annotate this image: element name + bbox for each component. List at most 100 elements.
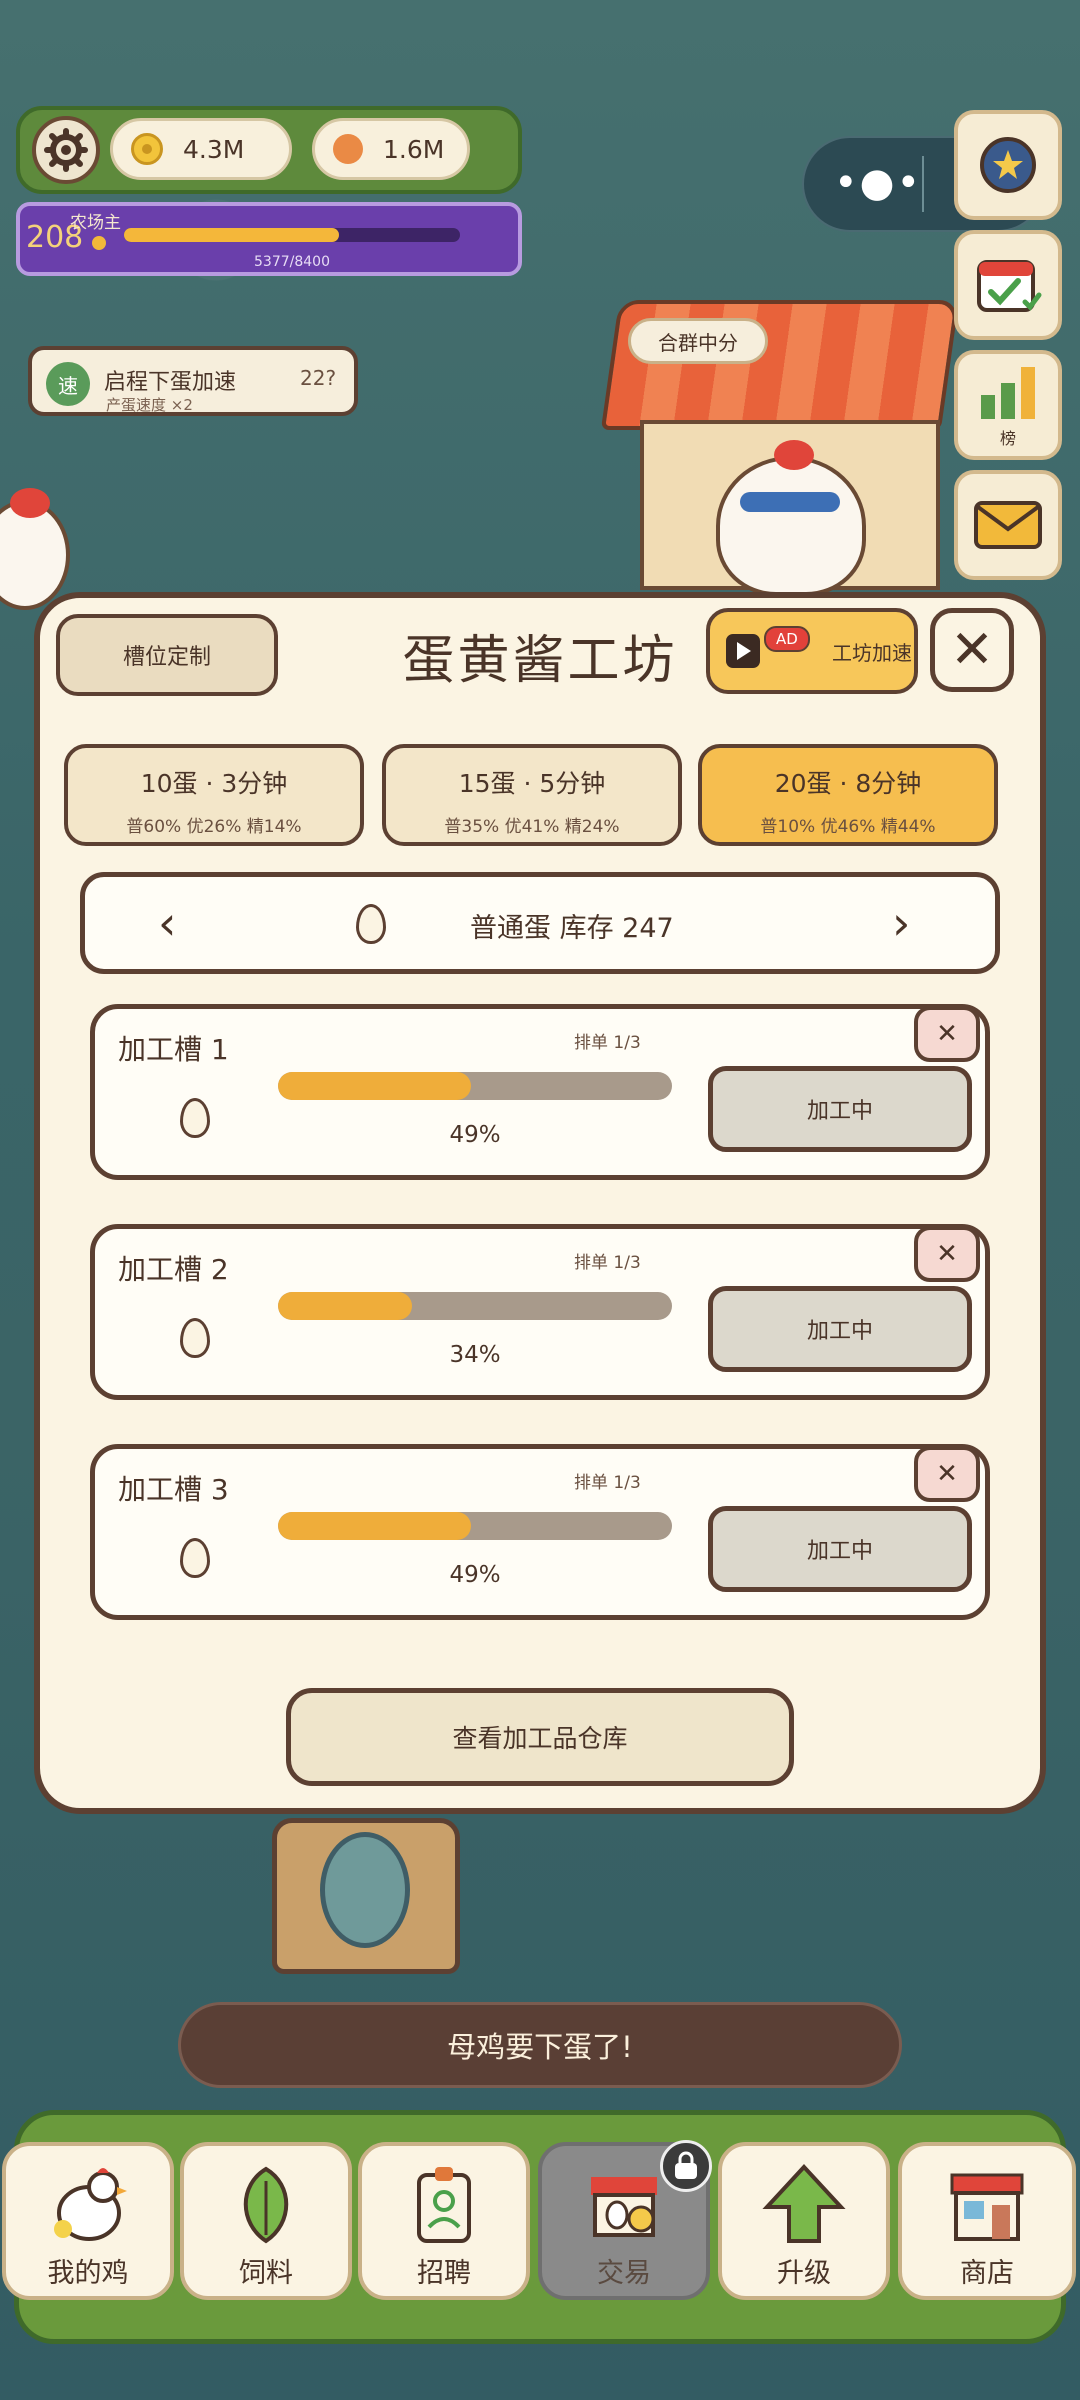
slot-queue: 排单 1/3 bbox=[574, 1253, 641, 1273]
slot-queue: 排单 1/3 bbox=[574, 1033, 641, 1053]
egg-icon bbox=[180, 1098, 210, 1138]
calendar-check-icon bbox=[977, 260, 1042, 312]
slot-status-button[interactable]: 加工中 bbox=[708, 1066, 972, 1152]
speedup-label: 工坊加速 bbox=[832, 640, 912, 665]
recipe-odds: 普35% 优41% 精24% bbox=[444, 817, 620, 837]
medal-icon bbox=[980, 137, 1036, 193]
hero-comb bbox=[774, 440, 814, 470]
play-icon bbox=[726, 634, 760, 668]
slot-queue: 排单 1/3 bbox=[574, 1473, 641, 1493]
next-egg-button[interactable]: › bbox=[892, 896, 910, 950]
ad-badge: AD bbox=[764, 626, 810, 652]
speed-buff-subtitle: 产蛋速度 ×2 bbox=[106, 396, 193, 414]
slot-cancel-button[interactable]: ✕ bbox=[914, 1446, 980, 1502]
slot-progress-track bbox=[278, 1512, 672, 1540]
speed-buff-title: 启程下蛋加速 bbox=[104, 370, 237, 395]
settings-button[interactable] bbox=[32, 116, 100, 184]
egg-icon bbox=[180, 1318, 210, 1358]
prev-egg-button[interactable]: ‹ bbox=[158, 896, 176, 950]
nav-recruit[interactable]: 招聘 bbox=[358, 2142, 530, 2300]
slot-progress-track bbox=[278, 1292, 672, 1320]
leaf-icon bbox=[223, 2161, 309, 2247]
more-menu-button[interactable]: •●• bbox=[834, 160, 922, 206]
nav-shop[interactable]: 商店 bbox=[898, 2142, 1076, 2300]
slot-progress-fill bbox=[278, 1072, 472, 1100]
market-stall-icon bbox=[581, 2161, 667, 2247]
slot-status-button[interactable]: 加工中 bbox=[708, 1286, 972, 1372]
nav-upgrade[interactable]: 升级 bbox=[718, 2142, 890, 2300]
recipe-odds: 普10% 优46% 精44% bbox=[760, 817, 936, 837]
house-sign[interactable]: 合群中分 bbox=[628, 318, 768, 364]
side-button-medal[interactable] bbox=[954, 110, 1062, 220]
recipe-main: 15蛋 · 5分钟 bbox=[458, 769, 606, 798]
workshop-speedup-button[interactable]: 工坊加速 bbox=[706, 608, 918, 694]
slot-percent: 34% bbox=[449, 1342, 501, 1368]
panel-title: 蛋黄酱工坊 bbox=[402, 631, 678, 691]
recipe-option-3[interactable]: 20蛋 · 8分钟 普10% 优46% 精44% bbox=[698, 744, 998, 846]
coin-icon bbox=[131, 133, 163, 165]
side-button-checkin[interactable] bbox=[954, 230, 1062, 340]
level-title: 农场主 bbox=[70, 213, 121, 233]
recipe-main: 10蛋 · 3分钟 bbox=[140, 769, 288, 798]
slot-name: 加工槽 1 bbox=[118, 1033, 229, 1066]
coin-counter[interactable]: 4.3M bbox=[110, 118, 292, 180]
recipe-option-2[interactable]: 15蛋 · 5分钟 普35% 优41% 精24% bbox=[382, 744, 682, 846]
side-button-leaderboard[interactable]: 榜 bbox=[954, 350, 1062, 460]
roaming-chicken-comb bbox=[10, 488, 50, 518]
speed-buff-badge: 速 bbox=[46, 362, 90, 406]
egg-icon bbox=[180, 1538, 210, 1578]
leaderboard-label: 榜 bbox=[999, 429, 1016, 448]
leaderboard-icon bbox=[981, 367, 1035, 419]
close-icon: ✕ bbox=[950, 620, 994, 680]
coin-value: 4.3M bbox=[183, 134, 245, 164]
clock-face-icon bbox=[320, 1832, 410, 1948]
slot-custom-button[interactable]: 槽位定制 bbox=[56, 614, 278, 696]
shop-icon bbox=[944, 2161, 1030, 2247]
slot-cancel-button[interactable]: ✕ bbox=[914, 1226, 980, 1282]
slot-progress-track bbox=[278, 1072, 672, 1100]
nav-feed[interactable]: 饲料 bbox=[180, 2142, 352, 2300]
slot-percent: 49% bbox=[449, 1562, 501, 1588]
capsule-divider bbox=[922, 156, 924, 212]
up-arrow-icon bbox=[761, 2161, 847, 2247]
nav-label: 招聘 bbox=[417, 2258, 471, 2289]
close-button[interactable]: ✕ bbox=[930, 608, 1014, 692]
close-icon: ✕ bbox=[936, 1019, 958, 1049]
slot-percent: 49% bbox=[449, 1122, 501, 1148]
lock-icon bbox=[660, 2140, 712, 2192]
orange-egg-icon bbox=[333, 134, 363, 164]
egg-type-label: 普通蛋 库存 247 bbox=[470, 913, 674, 944]
slot-status-button[interactable]: 加工中 bbox=[708, 1506, 972, 1592]
recipe-option-1[interactable]: 10蛋 · 3分钟 普60% 优26% 精14% bbox=[64, 744, 364, 846]
egg-counter[interactable]: 1.6M bbox=[312, 118, 470, 180]
level-dot-icon bbox=[92, 236, 106, 250]
chicken-icon bbox=[45, 2161, 131, 2247]
view-warehouse-button[interactable]: 查看加工品仓库 bbox=[286, 1688, 794, 1786]
recipe-odds: 普60% 优26% 精14% bbox=[126, 817, 302, 837]
mail-icon bbox=[974, 501, 1042, 549]
hero-chicken[interactable] bbox=[716, 456, 866, 596]
slot-progress-fill bbox=[278, 1512, 472, 1540]
toast-message: 母鸡要下蛋了! bbox=[178, 2002, 902, 2088]
slot-name: 加工槽 2 bbox=[118, 1253, 229, 1286]
slot-progress-fill bbox=[278, 1292, 412, 1320]
speed-buff-timer: 22? bbox=[300, 366, 337, 390]
close-icon: ✕ bbox=[936, 1459, 958, 1489]
close-icon: ✕ bbox=[936, 1239, 958, 1269]
hero-mask bbox=[740, 492, 840, 512]
badge-icon bbox=[401, 2161, 487, 2247]
side-button-mail[interactable] bbox=[954, 470, 1062, 580]
level-progress-fill bbox=[124, 228, 339, 242]
recipe-main: 20蛋 · 8分钟 bbox=[774, 769, 922, 798]
gear-icon bbox=[44, 128, 88, 172]
slot-name: 加工槽 3 bbox=[118, 1473, 229, 1506]
nav-my-chickens[interactable]: 我的鸡 bbox=[2, 2142, 174, 2300]
nav-label: 交易 bbox=[597, 2258, 651, 2289]
nav-label: 饲料 bbox=[239, 2258, 293, 2289]
nav-label: 我的鸡 bbox=[47, 2258, 129, 2289]
egg-value: 1.6M bbox=[383, 134, 445, 164]
slot-cancel-button[interactable]: ✕ bbox=[914, 1006, 980, 1062]
nav-label: 商店 bbox=[960, 2258, 1014, 2289]
nav-label: 升级 bbox=[777, 2258, 831, 2289]
egg-icon bbox=[356, 904, 386, 944]
